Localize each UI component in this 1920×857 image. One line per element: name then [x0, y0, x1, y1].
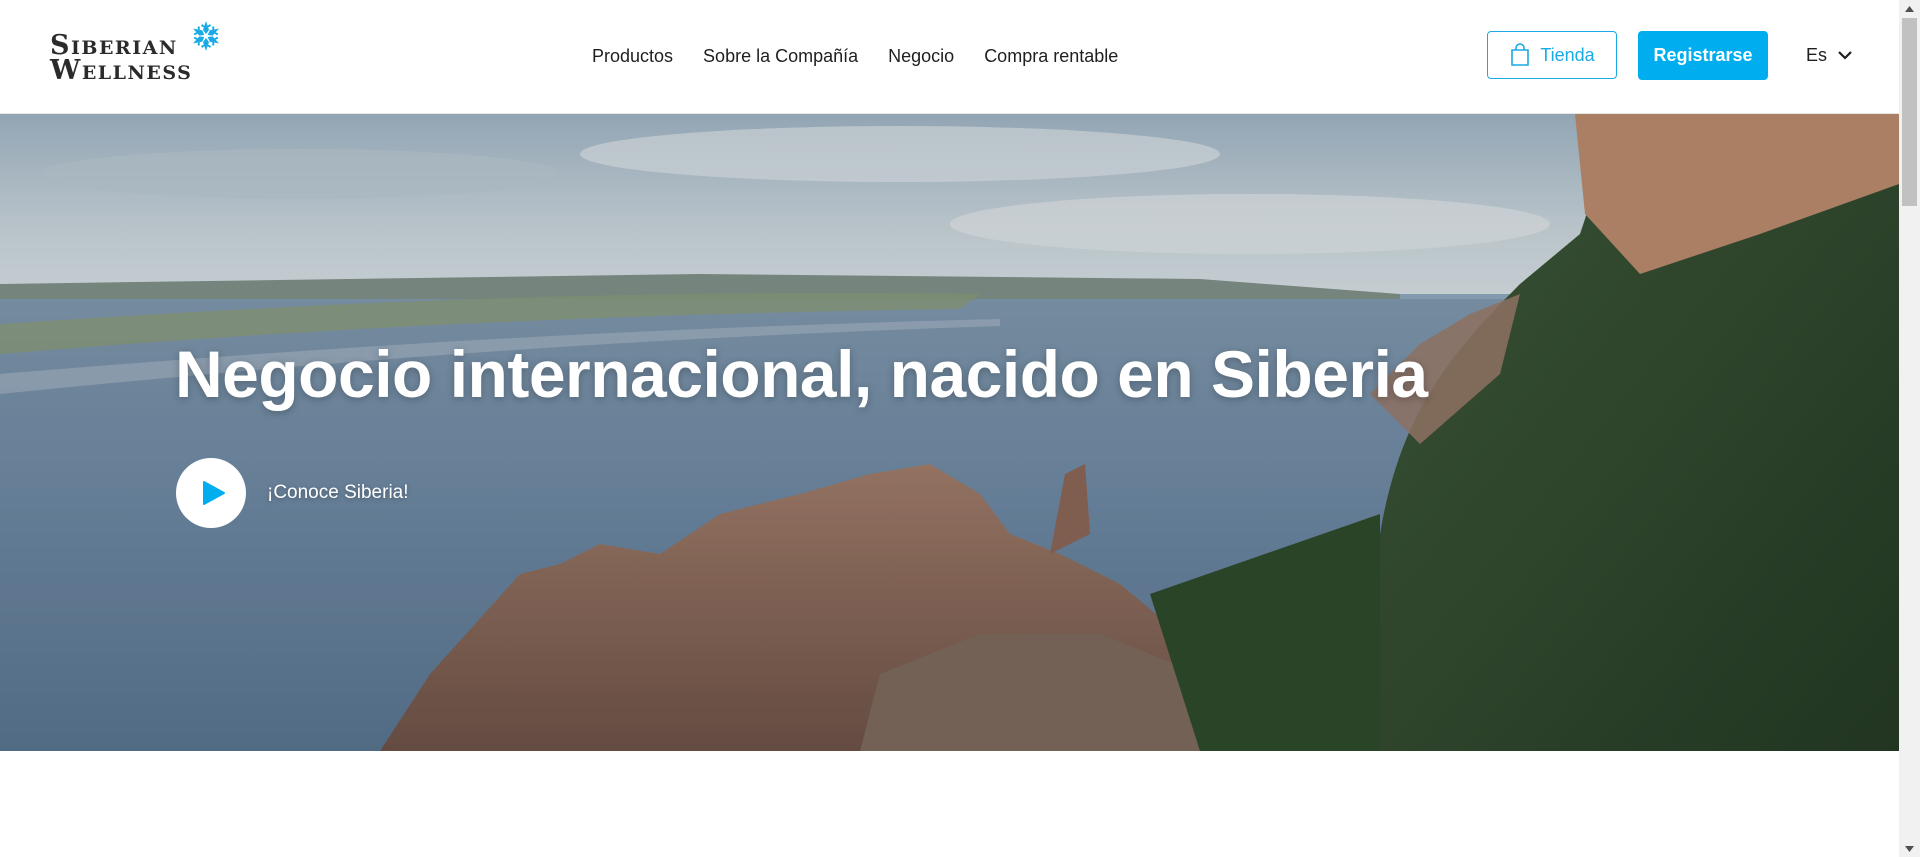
shop-button[interactable]: Tienda	[1487, 31, 1617, 79]
page-scrollbar[interactable]	[1899, 0, 1920, 857]
snowflake-icon	[190, 21, 222, 51]
register-button-label: Registrarse	[1653, 45, 1753, 65]
brand-logo[interactable]: Siberian Wellness	[50, 20, 230, 86]
shop-button-label: Tienda	[1540, 44, 1595, 65]
scroll-down-arrow-icon[interactable]	[1899, 840, 1920, 857]
register-button[interactable]: Registrarse	[1638, 31, 1768, 80]
hero-background-image	[0, 114, 1899, 751]
nav-item-productos[interactable]: Productos	[592, 46, 673, 67]
site-header: Siberian Wellness Productos Sobre la Com…	[0, 0, 1899, 114]
nav-item-compra-rentable[interactable]: Compra rentable	[984, 46, 1118, 67]
play-icon	[202, 481, 225, 505]
language-selector[interactable]: Es	[1806, 31, 1853, 79]
hero-banner: Negocio internacional, nacido en Siberia…	[0, 114, 1899, 751]
nav-item-negocio[interactable]: Negocio	[888, 46, 954, 67]
shopping-bag-icon	[1511, 43, 1530, 66]
main-nav: Productos Sobre la Compañía Negocio Comp…	[592, 0, 1148, 113]
scroll-up-arrow-icon[interactable]	[1899, 0, 1920, 17]
play-video-label[interactable]: ¡Conoce Siberia!	[267, 482, 409, 504]
nav-item-sobre-la-compania[interactable]: Sobre la Compañía	[703, 46, 858, 67]
chevron-down-icon	[1838, 51, 1852, 60]
play-video-button[interactable]	[176, 458, 246, 528]
language-label: Es	[1806, 44, 1828, 65]
brand-name-line2: Wellness	[50, 55, 193, 86]
scrollbar-thumb[interactable]	[1902, 18, 1917, 206]
hero-title: Negocio internacional, nacido en Siberia	[175, 337, 1428, 411]
